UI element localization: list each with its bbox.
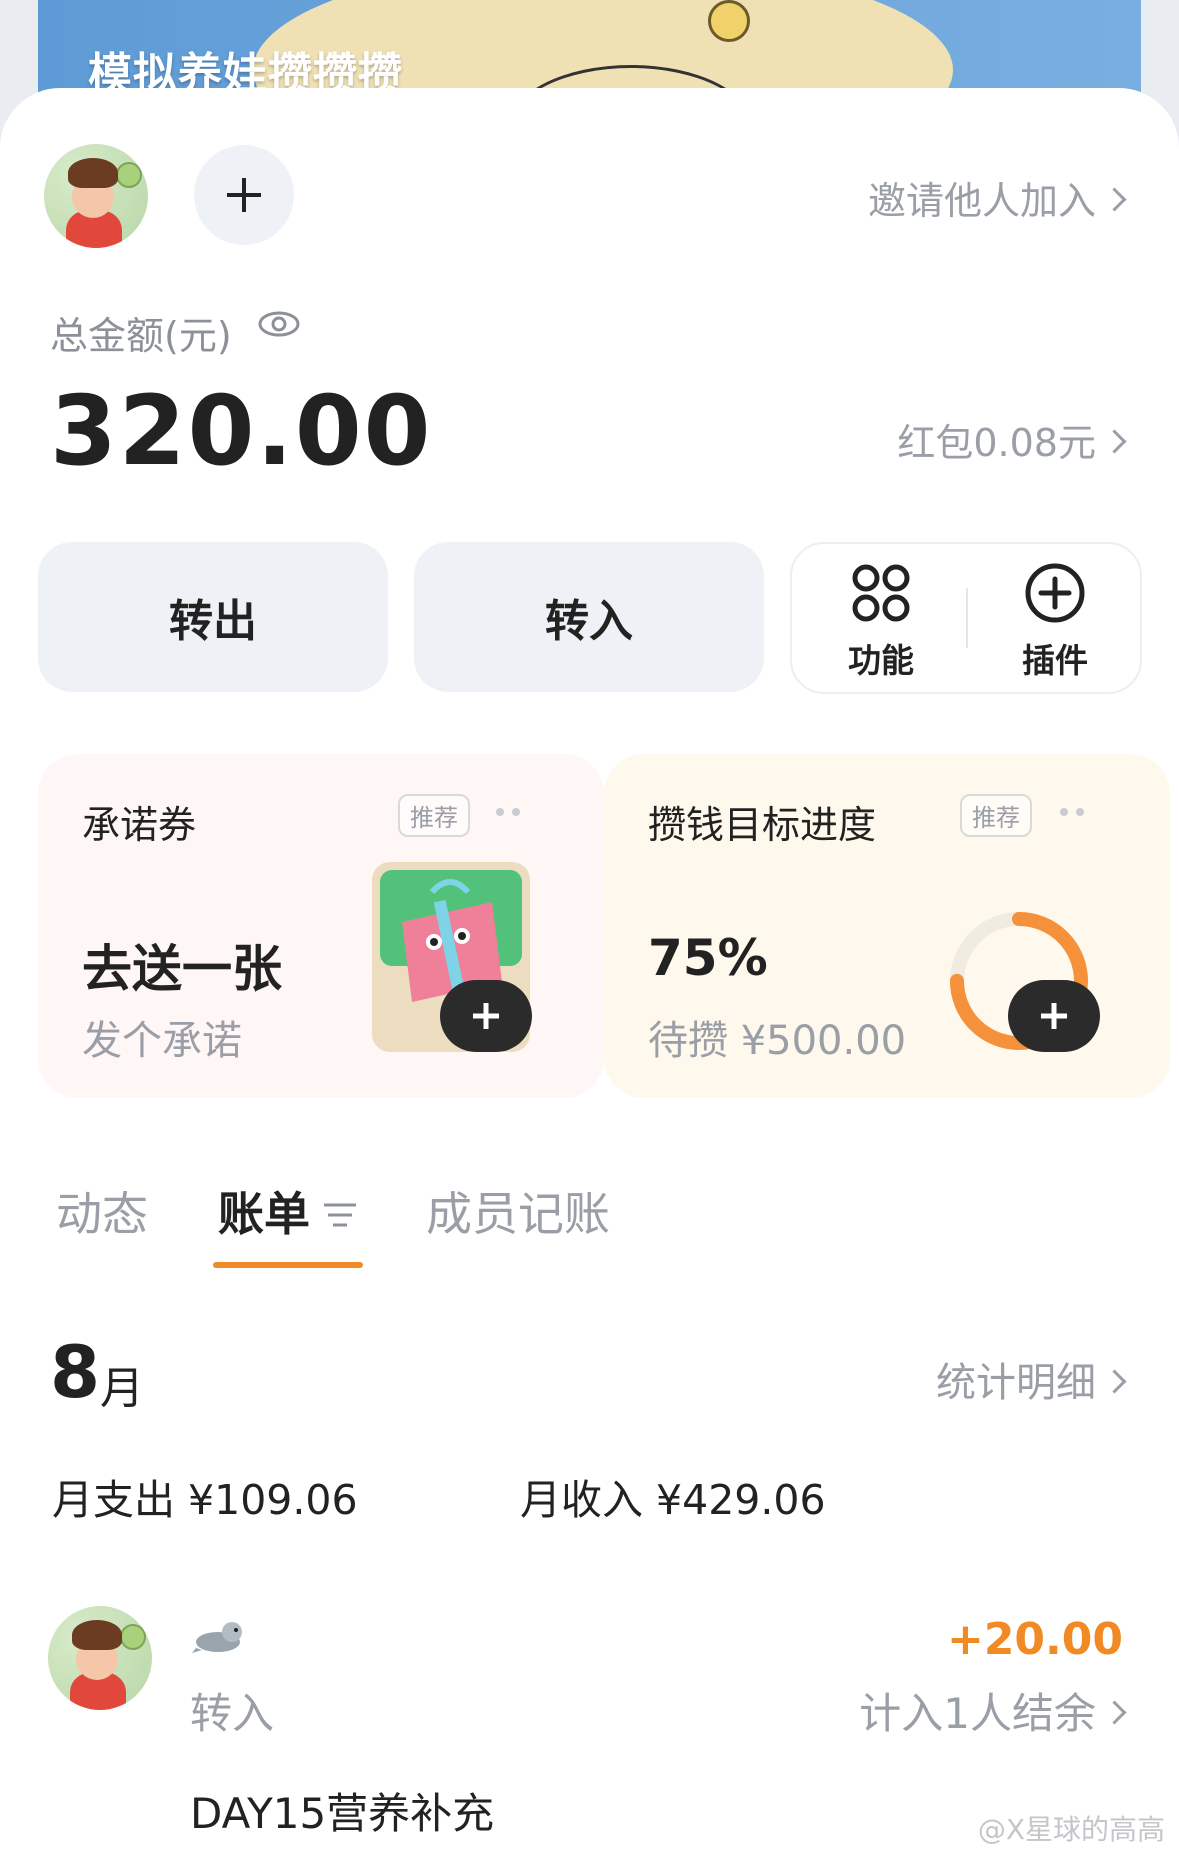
add-member-button[interactable] [194,145,294,245]
features-button[interactable]: 功能 [806,562,956,682]
goal-remaining: 待攒 ¥500.00 [648,1018,907,1064]
month-expense: 月支出 ¥109.06 [52,1476,358,1524]
avatar-decoration [120,1624,146,1650]
divider [966,588,968,648]
hongbao-link[interactable]: 红包0.08元 [897,412,1127,467]
add-promise-button[interactable] [440,980,532,1052]
transfer-out-button[interactable]: 转出 [38,542,388,692]
total-amount: 320.00 [50,375,433,487]
tab-bill[interactable]: 账单 [218,1178,310,1244]
month-unit: 月 [100,1363,144,1414]
goal-progress-value: 75% [648,929,768,987]
goal-card-title: 攒钱目标进度 [648,803,877,847]
eye-icon[interactable] [258,310,300,338]
chevron-right-icon [1102,1700,1127,1725]
add-goal-button[interactable] [1008,980,1100,1052]
avatar-decoration [116,162,142,188]
tab-activity[interactable]: 动态 [56,1178,148,1244]
entry-description: DAY15营养补充 [190,1789,495,1838]
total-label: 总金额(元) [50,314,232,358]
more-icon[interactable] [1060,808,1090,816]
plugins-label: 插件 [1022,641,1088,680]
goal-card[interactable]: 攒钱目标进度 推荐 75% 待攒 ¥500.00 [604,754,1170,1098]
hongbao-label: 红包0.08元 [897,421,1096,465]
chevron-right-icon [1102,429,1127,454]
grid-icon [852,564,910,622]
entry-note-label: 计入1人结余 [859,1689,1096,1738]
entry-amount: +20.00 [946,1614,1123,1665]
tab-underline [213,1262,363,1268]
entry-type: 转入 [190,1689,275,1738]
invite-label: 邀请他人加入 [867,179,1096,223]
entry-avatar[interactable] [48,1606,152,1710]
member-avatar[interactable] [44,144,148,248]
avatar-decoration [72,1620,122,1650]
promise-card[interactable]: 承诺券 推荐 去送一张 发个承诺 [38,754,604,1098]
watermark: @X星球的高高 [977,1813,1165,1846]
transfer-in-button[interactable]: 转入 [414,542,764,692]
invite-link[interactable]: 邀请他人加入 [867,170,1127,225]
promise-card-sub: 发个承诺 [82,1018,242,1064]
plugins-button[interactable]: 插件 [980,562,1130,682]
seal-icon [192,1622,242,1653]
entry-note-link[interactable]: 计入1人结余 [859,1680,1127,1741]
promise-card-main: 去送一张 [82,940,282,998]
filter-icon[interactable] [322,1200,358,1230]
tool-box: 功能 插件 [790,542,1142,694]
tab-member-records[interactable]: 成员记账 [426,1178,610,1244]
stat-detail-link[interactable]: 统计明细 [936,1350,1127,1408]
chevron-right-icon [1102,187,1127,212]
avatar-decoration [68,158,118,188]
recommend-tag: 推荐 [960,794,1032,837]
promise-card-title: 承诺券 [82,803,197,847]
recommend-tag: 推荐 [398,794,470,837]
stat-detail-label: 统计明细 [936,1360,1096,1406]
coin-icon [708,0,750,42]
plus-circle-icon [1025,563,1085,623]
features-label: 功能 [848,641,914,680]
month-number: 8 [50,1330,101,1414]
month-income: 月收入 ¥429.06 [520,1476,826,1524]
chevron-right-icon [1102,1368,1127,1394]
more-icon[interactable] [496,808,526,816]
